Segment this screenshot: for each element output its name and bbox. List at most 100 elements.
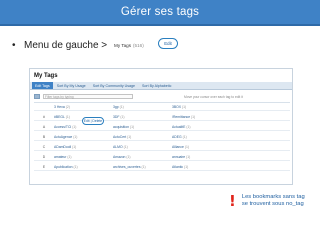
- tag-count: (1): [127, 134, 132, 139]
- tab-sort-community-usage[interactable]: Sort By Community Usage: [90, 82, 138, 89]
- tag-link[interactable]: annuaire (1): [172, 155, 231, 159]
- tags-page-title: My Tags: [34, 73, 58, 79]
- tag-link[interactable]: amateur (1): [54, 155, 113, 159]
- tab-edit-tags[interactable]: Edit Tags: [32, 82, 53, 89]
- tag-link[interactable]: /Remittance (1): [172, 115, 231, 119]
- note-line-1: Les bookmarks sans tag: [241, 194, 305, 200]
- tag-count: (1): [73, 164, 78, 169]
- tab-sort-alphabetic[interactable]: Sort By Alphabetic: [139, 82, 174, 89]
- my-tags-menu-count: (516): [133, 42, 144, 48]
- tag-link[interactable]: 3 Hexa (2): [54, 105, 113, 109]
- tag-row: A Access/TCI (1) acquisition (1) ActualitE …: [34, 123, 290, 131]
- tag-count: (2): [65, 104, 70, 109]
- tag-count: (1): [120, 114, 125, 119]
- letter-index[interactable]: C: [34, 145, 54, 149]
- tag-count: (1): [182, 104, 187, 109]
- tag-row: B ActuAgence (1) ActuCert (1) ADEG (1): [34, 133, 290, 141]
- my-tags-menu-label: My Tags: [114, 42, 132, 48]
- tag-row: Damateur (1) Amazon (1) annuaire (1): [34, 153, 290, 161]
- tag-count: (1): [65, 114, 70, 119]
- edit-delete-highlight[interactable]: Edit | Delete: [82, 117, 104, 125]
- filter-row: Filter tags by typing Move your cursor o…: [34, 93, 290, 100]
- tag-count: (1): [186, 124, 191, 129]
- tag-link[interactable]: ActualitE (1): [172, 125, 231, 129]
- tag-name: Atlantic: [172, 164, 184, 169]
- tag-link[interactable]: Apublication (1): [54, 165, 113, 169]
- tag-count: (1): [123, 144, 128, 149]
- tag-count: (1): [184, 144, 189, 149]
- tag-grid: 3 Hexa (2) 3gp (1) 3BOX (1) # #BEGL (1) 3DF …: [34, 102, 290, 182]
- letter-index[interactable]: B: [34, 135, 54, 139]
- my-tags-menu-entry[interactable]: My Tags (516): [114, 40, 144, 50]
- tag-count: (1): [191, 114, 196, 119]
- tags-screenshot: My Tags Edit Tags Sort By My Usage Sort …: [29, 68, 293, 185]
- tag-name: acquisition: [113, 124, 130, 129]
- tag-link[interactable]: 3DF (1): [113, 115, 172, 119]
- sort-toggle-icon[interactable]: [34, 94, 40, 99]
- tag-link[interactable]: 3BOX (1): [172, 105, 231, 109]
- tag-name: archives_ouvertes: [113, 164, 141, 169]
- tag-link[interactable]: acquisition (1): [113, 125, 172, 129]
- tag-link[interactable]: ALMO (1): [113, 145, 172, 149]
- tag-filter-input[interactable]: Filter tags by typing: [43, 94, 133, 99]
- tag-count: (1): [72, 144, 77, 149]
- tag-count: (1): [67, 154, 72, 159]
- tab-sort-my-usage[interactable]: Sort By My Usage: [54, 82, 89, 89]
- tag-name: Apublication: [54, 164, 73, 169]
- exclamation-icon: !: [229, 192, 236, 210]
- letter-index[interactable]: E: [34, 165, 54, 169]
- bullet-dot: •: [12, 39, 16, 51]
- tag-name: Access/TCI: [54, 124, 72, 129]
- bullet-item: • Menu de gauche >: [12, 38, 107, 52]
- filter-hint: Move your cursor over each tag to edit i…: [184, 94, 243, 99]
- slide-title: Gérer ses tags: [120, 6, 200, 18]
- slide-header: Gérer ses tags: [0, 0, 320, 26]
- tag-link[interactable]: 3gp (1): [113, 105, 172, 109]
- tag-link[interactable]: Alliance (1): [172, 145, 231, 149]
- note-callout: ! Les bookmarks sans tag se trouvent sou…: [229, 194, 305, 209]
- tag-link[interactable]: ADamDooll (1): [54, 145, 113, 149]
- tag-link[interactable]: ActuAgence (1): [54, 135, 113, 139]
- tag-name: 3gp: [113, 104, 119, 109]
- letter-index[interactable]: A: [34, 125, 54, 129]
- tag-name: ALMO: [113, 144, 123, 149]
- tag-name: /Remittance: [172, 114, 191, 119]
- tag-name: ActualitE: [172, 124, 186, 129]
- tag-link[interactable]: ADEG (1): [172, 135, 231, 139]
- note-text: Les bookmarks sans tag se trouvent sous …: [242, 194, 305, 208]
- bullet-text: Menu de gauche >: [24, 39, 108, 51]
- tag-name: ActuAgence: [54, 134, 73, 139]
- tag-name: ADEG: [172, 134, 182, 139]
- tag-count: (1): [186, 154, 191, 159]
- tag-name: Alliance: [172, 144, 184, 149]
- letter-index[interactable]: D: [34, 155, 54, 159]
- tag-name: ActuCert: [113, 134, 127, 139]
- tag-count: (1): [184, 164, 189, 169]
- tag-count: (1): [72, 124, 77, 129]
- tag-count: (1): [119, 104, 124, 109]
- tag-name: 3 Hexa: [54, 104, 65, 109]
- tag-link[interactable]: Access/TCI (1): [54, 125, 113, 129]
- tag-name: ADamDooll: [54, 144, 72, 149]
- tag-name: Amazon: [113, 154, 126, 159]
- note-line-2: se trouvent sous no_tag: [241, 201, 304, 207]
- tag-count: (1): [126, 154, 131, 159]
- edit-link-highlight[interactable]: Edit: [158, 38, 178, 49]
- letter-index[interactable]: #: [34, 115, 54, 119]
- tags-tab-bar: Edit Tags Sort By My Usage Sort By Commu…: [30, 82, 292, 90]
- tag-name: #BEGL: [54, 114, 65, 119]
- tag-row: E Apublication (1) archives_ouvertes (1) At…: [34, 163, 290, 171]
- tag-row: 3 Hexa (2) 3gp (1) 3BOX (1): [34, 103, 290, 111]
- tag-link[interactable]: archives_ouvertes (1): [113, 165, 172, 169]
- tag-name: 3DF: [113, 114, 120, 119]
- tag-count: (1): [73, 134, 78, 139]
- tag-name: 3BOX: [172, 104, 182, 109]
- tag-count: (1): [129, 124, 135, 129]
- tag-count: (1): [141, 164, 146, 169]
- tag-link[interactable]: ActuCert (1): [113, 135, 172, 139]
- tag-name: amateur: [54, 154, 67, 159]
- tag-link[interactable]: Amazon (1): [113, 155, 172, 159]
- tag-name: annuaire: [172, 154, 186, 159]
- tag-link[interactable]: Atlantic (1): [172, 165, 231, 169]
- tag-count: (1): [182, 134, 187, 139]
